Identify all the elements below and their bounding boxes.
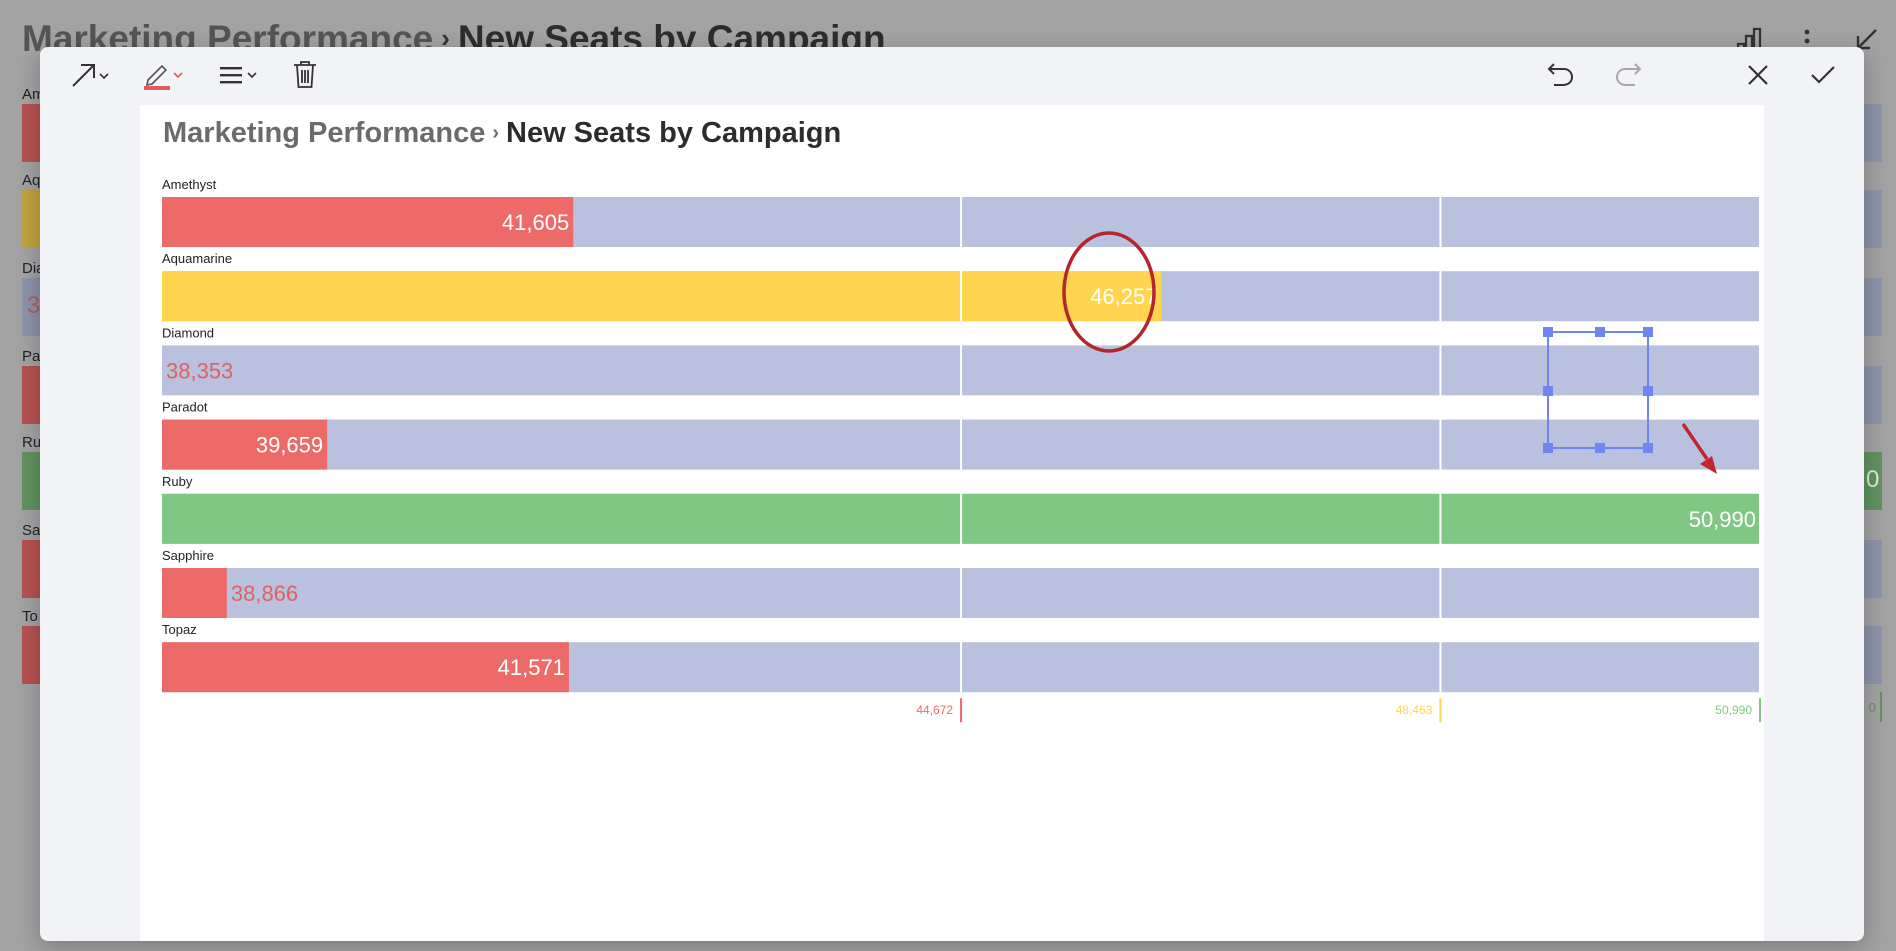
selection-box[interactable] <box>1543 327 1653 453</box>
resize-handle[interactable] <box>1643 327 1653 337</box>
resize-handle[interactable] <box>1643 386 1653 396</box>
resize-handle[interactable] <box>1543 327 1553 337</box>
annotation-layer <box>1062 231 1717 474</box>
resize-handle[interactable] <box>1543 443 1553 453</box>
resize-handle[interactable] <box>1643 443 1653 453</box>
resize-handle[interactable] <box>1595 443 1605 453</box>
annotation-arrow-head <box>1700 456 1717 474</box>
resize-handle[interactable] <box>1595 327 1605 337</box>
resize-handle[interactable] <box>1543 386 1553 396</box>
annotation-ellipse[interactable] <box>1062 231 1156 353</box>
annotation-arrow[interactable] <box>1681 423 1717 474</box>
